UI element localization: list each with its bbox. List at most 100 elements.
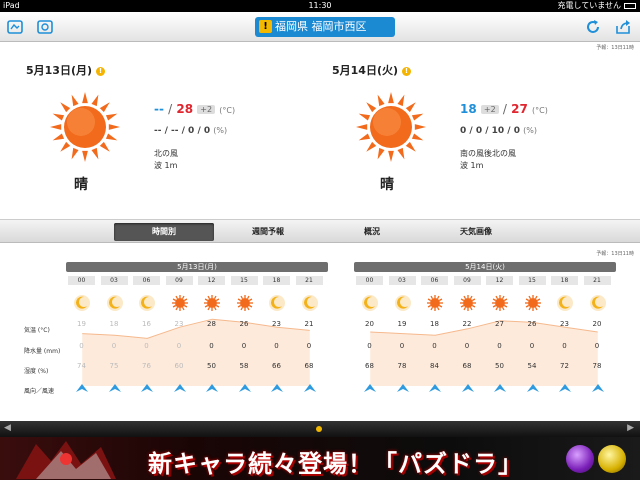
tab-weather-images[interactable]: 天気画像 — [426, 223, 526, 241]
sun-icon — [171, 295, 188, 311]
wind-direction-icon — [591, 384, 604, 392]
precip-value: 0 — [367, 342, 372, 350]
location-title[interactable]: ! 福岡県 福岡市西区 — [255, 17, 395, 37]
wind-direction-icon — [141, 384, 153, 392]
ad-banner[interactable]: 新キャラ続々登場！「パズドラ」 — [0, 437, 640, 480]
precip-value: 0 — [529, 342, 535, 350]
temperature-range: 18 +2 / 27 (°C) — [460, 102, 548, 116]
precip-value: 0 — [594, 342, 600, 350]
temp-delta-badge: +2 — [480, 105, 499, 114]
humidity-value: 68 — [304, 362, 314, 370]
temperature-value: 19 — [397, 320, 407, 328]
hour-label: 09 — [453, 276, 481, 285]
wave-height: 波 1m — [460, 161, 484, 170]
precip-value: 0 — [306, 342, 312, 350]
humidity-value: 68 — [462, 362, 472, 370]
temp-unit: (°C) — [532, 106, 548, 115]
wind-info: 北の風 波 1m — [154, 148, 178, 172]
humidity-value: 54 — [527, 362, 537, 370]
sun-icon — [236, 295, 253, 311]
tab-hourly[interactable]: 時間別 — [114, 223, 214, 241]
precip-value: 0 — [79, 342, 84, 350]
hourly-table-day1: 5月13日(月) 00 19 0 74 03 18 0 75 06 16 0 76 09 23 0 60 12 28… — [66, 262, 328, 398]
tab-overview[interactable]: 概況 — [322, 223, 422, 241]
precip-value: 0 — [464, 342, 470, 350]
humidity-value: 84 — [430, 362, 439, 370]
refresh-icon[interactable] — [584, 18, 602, 36]
wind-direction-icon — [271, 384, 283, 392]
precip-chance: -- / -- / 0 / 0 (%) — [154, 126, 228, 136]
temperature-value: 28 — [207, 320, 216, 328]
clock: 11:30 — [308, 1, 332, 10]
day-forecast-2: 5月14日(火)! 晴 18 +2 / 27 (°C) 0 / 0 / 10 /… — [332, 56, 632, 206]
forward-icon[interactable]: ▶ — [627, 423, 634, 433]
wind-direction-icon — [364, 384, 376, 392]
precip-value: 0 — [399, 342, 405, 350]
share-icon[interactable] — [614, 18, 632, 36]
temperature-value: 18 — [430, 320, 439, 328]
humidity-value: 75 — [109, 362, 119, 370]
day-date: 5月13日(月)! — [26, 62, 106, 78]
wind-direction-icon — [526, 384, 539, 392]
moon-icon — [301, 295, 318, 311]
ad-headline: 新キャラ続々登場！「パズドラ」 — [148, 450, 523, 478]
humidity-value: 58 — [239, 362, 249, 370]
info-icon[interactable]: ! — [402, 67, 412, 76]
temperature-value: 16 — [142, 320, 151, 328]
wind-direction-icon — [461, 384, 474, 392]
bottom-toolbar: ◀ ▶ — [0, 421, 640, 437]
temperature-area — [370, 320, 598, 386]
moon-icon — [362, 295, 378, 311]
sun-icon — [524, 295, 541, 311]
humidity-value: 66 — [272, 362, 281, 370]
temperature-area — [82, 319, 310, 386]
temperature-value: 22 — [462, 320, 472, 328]
humidity-value: 50 — [207, 362, 216, 370]
humidity-value: 72 — [560, 362, 569, 370]
humidity-value: 50 — [495, 362, 504, 370]
precip-chance: 0 / 0 / 10 / 0 (%) — [460, 126, 537, 136]
hour-label: 06 — [133, 276, 160, 285]
temperature-value: 27 — [495, 320, 504, 328]
back-icon[interactable]: ◀ — [4, 423, 11, 433]
location-label: 福岡県 福岡市西区 — [275, 20, 367, 33]
hour-label: 09 — [165, 276, 193, 285]
wind-direction-icon — [206, 384, 218, 392]
wind-direction-icon — [429, 384, 441, 392]
ad-character-art — [16, 441, 116, 479]
tab-bar: 時間別 週間予報 概況 天気画像 — [0, 219, 640, 243]
precip-value: 0 — [176, 342, 182, 350]
humidity-value: 68 — [365, 362, 374, 370]
sun-icon — [427, 295, 443, 311]
temperature-value: 19 — [77, 320, 86, 328]
wave-height: 波 1m — [154, 161, 178, 170]
nav-bar: ! 福岡県 福岡市西区 — [0, 12, 640, 42]
wind-direction-icon — [396, 384, 409, 392]
low-temp: 18 — [460, 102, 477, 116]
precip-value: 0 — [241, 342, 247, 350]
day-forecast-1: 5月13日(月)! 晴 -- / 28 +2 (°C) -- / -- / 0 … — [26, 56, 326, 206]
row-label-temperature: 気温 (°C) — [24, 327, 50, 334]
tab-weekly[interactable]: 週間予報 — [218, 223, 318, 241]
map-icon[interactable] — [6, 18, 24, 36]
precip-value: 0 — [562, 342, 567, 350]
hour-label: 18 — [551, 276, 578, 285]
sun-icon — [459, 295, 476, 311]
moon-icon — [269, 295, 285, 311]
info-icon[interactable]: ! — [96, 67, 106, 76]
ad-orb-icon — [566, 445, 594, 473]
temperature-range: -- / 28 +2 (°C) — [154, 102, 236, 116]
temperature-value: 23 — [560, 320, 569, 328]
wind-direction-icon — [76, 384, 88, 392]
hour-label: 06 — [421, 276, 448, 285]
low-temp: -- — [154, 102, 164, 116]
settings-icon[interactable] — [36, 18, 54, 36]
row-label-humidity: 湿度 (%) — [24, 368, 49, 375]
row-label-precipitation: 降水量 (mm) — [24, 348, 61, 355]
hourly-time-note: 予報：13日11時 — [596, 251, 634, 257]
temperature-value: 21 — [304, 320, 314, 328]
wind-direction: 南の風後北の風 — [460, 149, 516, 158]
sun-icon — [50, 92, 120, 162]
hour-label: 18 — [263, 276, 290, 285]
precip-value: 0 — [111, 342, 117, 350]
